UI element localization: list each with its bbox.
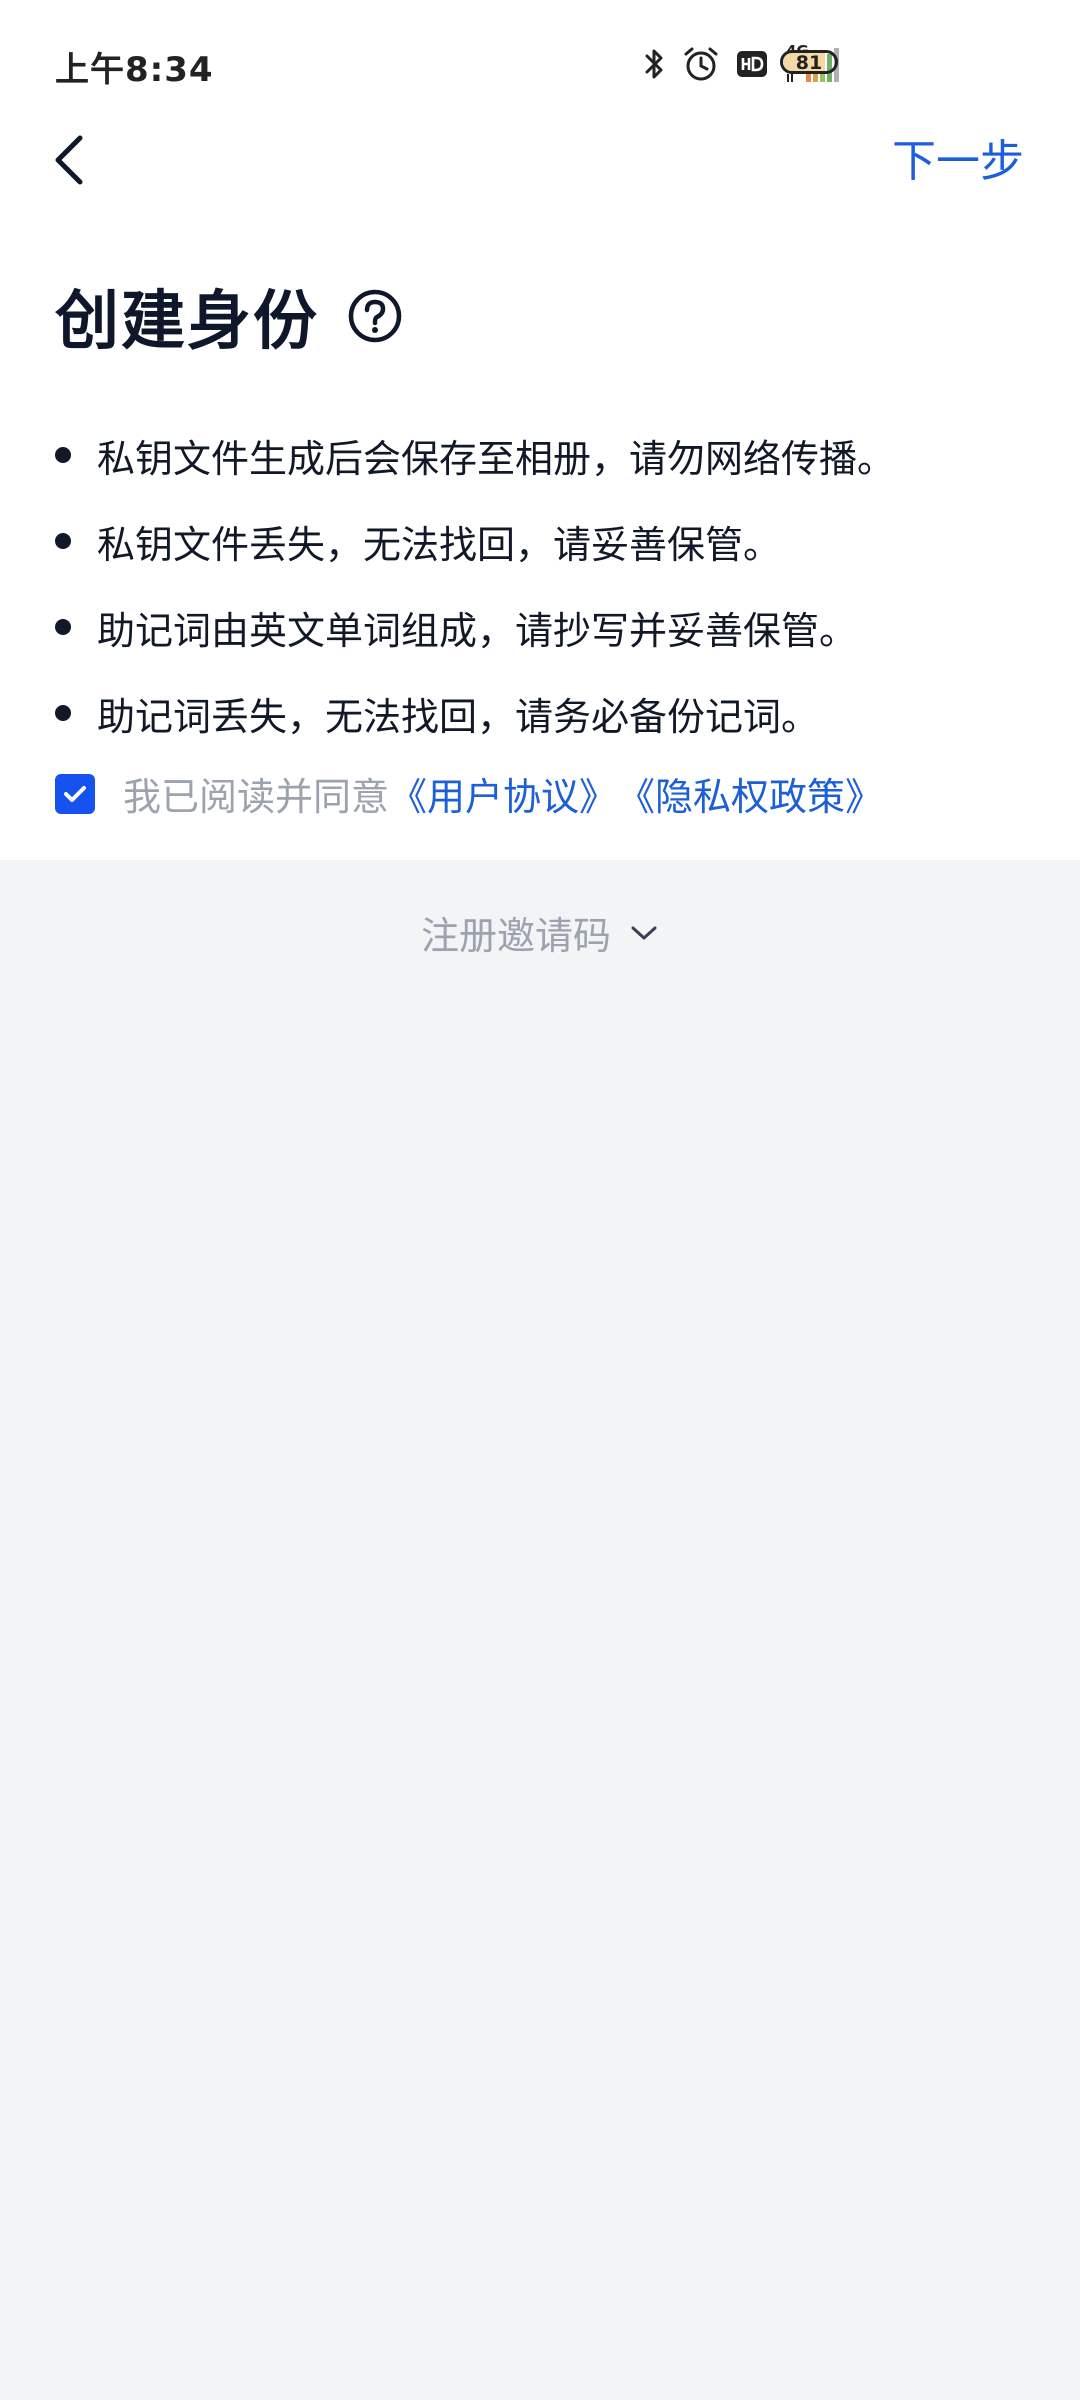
chevron-down-icon [631,926,657,939]
list-item: 助记词由英文单词组成，请抄写并妥善保管。 [55,584,895,670]
notice-text: 助记词由英文单词组成，请抄写并妥善保管。 [97,608,858,653]
status-bar: 上午8:34 4G 81 [0,0,1080,120]
question-circle-icon[interactable] [347,288,403,344]
bluetooth-icon [642,46,666,82]
bullet-dot [55,619,71,635]
page-title: 创建身份 [55,285,319,359]
nav-bar: 下一步 [0,120,1080,240]
invite-code-label: 注册邀请码 [420,914,611,958]
bullet-dot [55,447,71,463]
privacy-policy-link[interactable]: 《隐私权政策》 [617,766,883,821]
agreement-row: 我已阅读并同意 《用户协议》 《隐私权政策》 [55,766,883,821]
back-button[interactable] [50,120,130,200]
list-item: 私钥文件生成后会保存至相册，请勿网络传播。 [55,412,895,498]
bullet-dot [55,705,71,721]
alarm-icon [682,45,720,83]
notice-text: 助记词丢失，无法找回，请务必备份记词。 [97,694,820,739]
notice-text: 私钥文件生成后会保存至相册，请勿网络传播。 [97,436,896,481]
invite-code-toggle[interactable]: 注册邀请码 [0,905,1080,960]
checkmark-icon [64,785,86,802]
battery-icon: 81 [780,50,838,74]
status-time: 上午8:34 [55,50,214,90]
battery-level: 81 [795,52,823,74]
agreement-prefix: 我已阅读并同意 [123,775,390,819]
notice-text: 私钥文件丢失，无法找回，请妥善保管。 [97,522,782,567]
agreement-checkbox[interactable] [55,773,95,814]
next-button[interactable]: 下一步 [892,125,1024,189]
bullet-dot [55,533,71,549]
chevron-left-icon [55,135,83,185]
hd-icon [736,48,768,80]
notice-list: 私钥文件生成后会保存至相册，请勿网络传播。 私钥文件丢失，无法找回，请妥善保管。… [55,412,895,756]
content-panel: 上午8:34 4G 81 下一步 创建身份 私钥文件生成后会保存至相册，请勿网络… [0,0,1080,860]
title-row: 创建身份 [55,270,403,362]
user-agreement-link[interactable]: 《用户协议》 [389,766,617,821]
list-item: 助记词丢失，无法找回，请务必备份记词。 [55,670,895,756]
list-item: 私钥文件丢失，无法找回，请妥善保管。 [55,498,895,584]
